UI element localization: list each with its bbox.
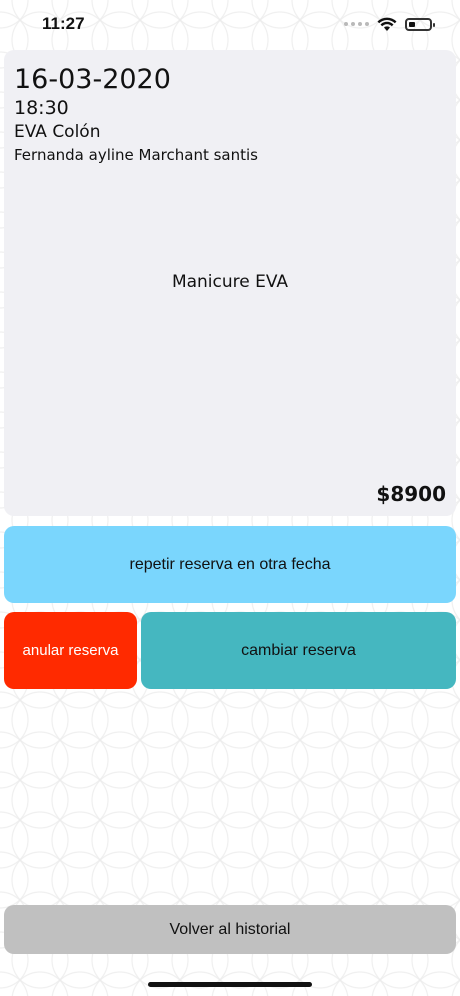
cancel-reservation-button[interactable]: anular reserva (4, 612, 137, 689)
reservation-card: 16-03-2020 18:30 EVA Colón Fernanda ayli… (4, 50, 456, 516)
reservation-client: Fernanda ayline Marchant santis (14, 146, 258, 164)
reservation-service: Manicure EVA (171, 272, 289, 292)
change-reservation-button[interactable]: cambiar reserva (141, 612, 456, 689)
wifi-icon (377, 17, 397, 31)
battery-icon (405, 17, 435, 31)
status-time: 11:27 (42, 14, 85, 33)
home-indicator[interactable] (148, 982, 312, 987)
reservation-date: 16-03-2020 (14, 64, 171, 95)
cellular-signal-icon (344, 22, 369, 26)
status-icons (344, 17, 435, 32)
status-bar: 11:27 (0, 0, 460, 48)
reservation-price: $8900 (376, 482, 446, 506)
back-to-history-button[interactable]: Volver al historial (4, 905, 456, 954)
reservation-location: EVA Colón (14, 122, 101, 142)
reservation-time: 18:30 (14, 97, 69, 119)
repeat-reservation-button[interactable]: repetir reserva en otra fecha (4, 526, 456, 603)
